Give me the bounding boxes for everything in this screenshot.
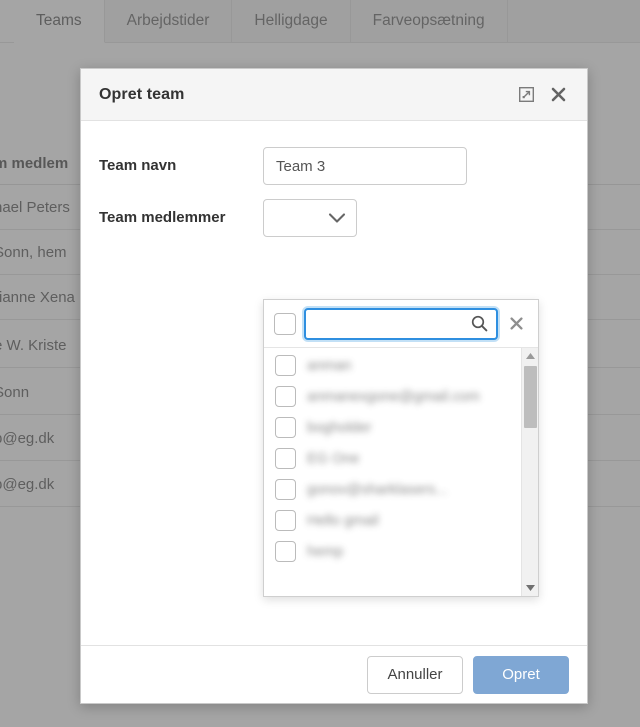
dialog-footer: Annuller Opret <box>81 645 587 703</box>
list-item-checkbox[interactable] <box>275 541 296 562</box>
list-item-label: gonov@sharklasers... <box>307 481 448 498</box>
list-item-label: Hello gmail <box>307 512 379 529</box>
dialog-header: Opret team <box>81 69 587 121</box>
scrollbar-thumb[interactable] <box>524 366 537 428</box>
list-item-label: EG One <box>307 450 360 467</box>
list-item[interactable]: anmanexgone@gmail.com <box>264 381 521 412</box>
close-icon[interactable] <box>545 82 571 108</box>
list-item-label: hemp <box>307 543 344 560</box>
list-item[interactable]: bogholder <box>264 412 521 443</box>
clear-icon[interactable] <box>506 314 526 334</box>
list-item-checkbox[interactable] <box>275 355 296 376</box>
dropdown-list: anman anmanexgone@gmail.com bogholder EG… <box>264 348 521 596</box>
maximize-icon[interactable] <box>513 82 539 108</box>
team-name-control <box>263 147 569 185</box>
list-item-label: anman <box>307 357 352 374</box>
dialog-title: Opret team <box>99 85 185 103</box>
list-item[interactable]: gonov@sharklasers... <box>264 474 521 505</box>
list-item-checkbox[interactable] <box>275 448 296 469</box>
select-all-checkbox[interactable] <box>274 312 296 335</box>
page-root: Teams Arbejdstider Helligdage Farveopsæt… <box>0 0 640 727</box>
caret-down-icon[interactable] <box>522 580 538 596</box>
search-icon <box>471 315 488 332</box>
team-members-dropdown: anman anmanexgone@gmail.com bogholder EG… <box>263 299 539 597</box>
team-members-control <box>263 199 569 237</box>
team-name-label: Team navn <box>99 157 177 174</box>
create-button[interactable]: Opret <box>473 655 569 694</box>
search-input[interactable] <box>306 309 470 338</box>
dropdown-search-row <box>264 300 538 348</box>
list-item[interactable]: anman <box>264 350 521 381</box>
cancel-button[interactable]: Annuller <box>367 655 463 694</box>
dropdown-search-field[interactable] <box>304 307 498 340</box>
list-item-label: bogholder <box>307 419 372 436</box>
list-item-checkbox[interactable] <box>275 510 296 531</box>
list-item-checkbox[interactable] <box>275 479 296 500</box>
list-item[interactable]: Hello gmail <box>264 505 521 536</box>
team-members-label: Team medlemmer <box>99 209 226 226</box>
dialog-body: Team navn Team medlemmer <box>81 121 587 645</box>
team-members-combobox[interactable] <box>263 199 357 237</box>
field-team-name: Team navn <box>99 147 569 185</box>
team-name-input[interactable] <box>263 147 467 185</box>
scrollbar-track[interactable] <box>522 364 538 580</box>
list-item-label: anmanexgone@gmail.com <box>307 388 480 405</box>
list-item[interactable]: hemp <box>264 536 521 567</box>
list-item[interactable]: EG One <box>264 443 521 474</box>
dropdown-list-wrap: anman anmanexgone@gmail.com bogholder EG… <box>264 348 538 596</box>
create-team-dialog: Opret team Team navn Team 3 Team medlemm… <box>80 68 588 704</box>
chevron-down-icon <box>328 213 346 223</box>
caret-up-icon[interactable] <box>522 348 538 364</box>
dropdown-scrollbar[interactable] <box>521 348 538 596</box>
list-item-checkbox[interactable] <box>275 386 296 407</box>
field-team-members: Team medlemmer <box>99 199 569 237</box>
list-item-checkbox[interactable] <box>275 417 296 438</box>
